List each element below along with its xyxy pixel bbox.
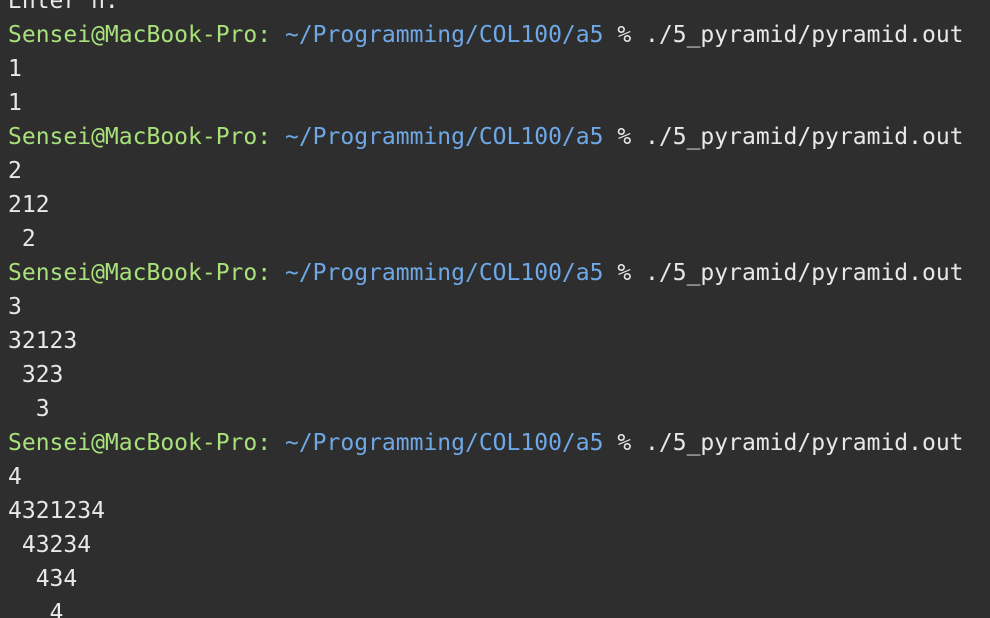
prompt-line: Sensei@MacBook-Pro: ~/Programming/COL100… (8, 256, 964, 290)
prompt-user-host: Sensei@MacBook-Pro: (8, 124, 272, 150)
output-line: 4 (8, 460, 964, 494)
output-text: 43234 (8, 532, 92, 558)
prompt-path: ~/Programming/COL100/a5 (284, 22, 604, 48)
prompt-line: Sensei@MacBook-Pro: ~/Programming/COL100… (8, 426, 964, 460)
prompt-command: ./5_pyramid/pyramid.out (645, 430, 964, 456)
output-text: Enter n: (8, 0, 119, 14)
prompt-user-host: Sensei@MacBook-Pro: (8, 430, 272, 456)
output-text: 434 (8, 566, 78, 592)
output-text: 323 (8, 362, 64, 388)
prompt-path: ~/Programming/COL100/a5 (284, 260, 604, 286)
output-line: 4 (8, 596, 964, 618)
output-text: 4 (8, 600, 64, 618)
output-text: 2 (8, 158, 22, 184)
output-line: 3 (8, 290, 964, 324)
output-line: 2 (8, 222, 964, 256)
prompt-symbol: % (617, 260, 632, 286)
output-line: 32123 (8, 324, 964, 358)
prompt-symbol: % (617, 430, 632, 456)
prompt-user-host: Sensei@MacBook-Pro: (8, 260, 272, 286)
output-line: 43234 (8, 528, 964, 562)
output-text: 4 (8, 464, 22, 490)
prompt-user-host: Sensei@MacBook-Pro: (8, 22, 272, 48)
prompt-path: ~/Programming/COL100/a5 (284, 430, 604, 456)
output-line: 3 (8, 392, 964, 426)
output-line: 2 (8, 154, 964, 188)
output-line: Enter n: (8, 0, 964, 18)
terminal-output: Enter n: Sensei@MacBook-Pro: ~/Programmin… (8, 0, 964, 618)
prompt-symbol: % (617, 22, 632, 48)
prompt-command: ./5_pyramid/pyramid.out (645, 22, 964, 48)
output-text: 4321234 (8, 498, 105, 524)
output-text: 1 (8, 56, 22, 82)
prompt-line: Sensei@MacBook-Pro: ~/Programming/COL100… (8, 120, 964, 154)
prompt-command: ./5_pyramid/pyramid.out (645, 260, 964, 286)
prompt-line: Sensei@MacBook-Pro: ~/Programming/COL100… (8, 18, 964, 52)
prompt-path: ~/Programming/COL100/a5 (284, 124, 604, 150)
output-text: 3 (8, 396, 50, 422)
output-line: 1 (8, 86, 964, 120)
output-text: 32123 (8, 328, 78, 354)
output-text: 2 (8, 226, 36, 252)
output-line: 1 (8, 52, 964, 86)
output-line: 434 (8, 562, 964, 596)
output-text: 212 (8, 192, 50, 218)
prompt-command: ./5_pyramid/pyramid.out (645, 124, 964, 150)
output-line: 4321234 (8, 494, 964, 528)
output-line: 212 (8, 188, 964, 222)
output-text: 1 (8, 90, 22, 116)
prompt-symbol: % (617, 124, 632, 150)
terminal-window[interactable]: Enter n: Sensei@MacBook-Pro: ~/Programmin… (0, 0, 990, 618)
output-text: 3 (8, 294, 22, 320)
output-line: 323 (8, 358, 964, 392)
